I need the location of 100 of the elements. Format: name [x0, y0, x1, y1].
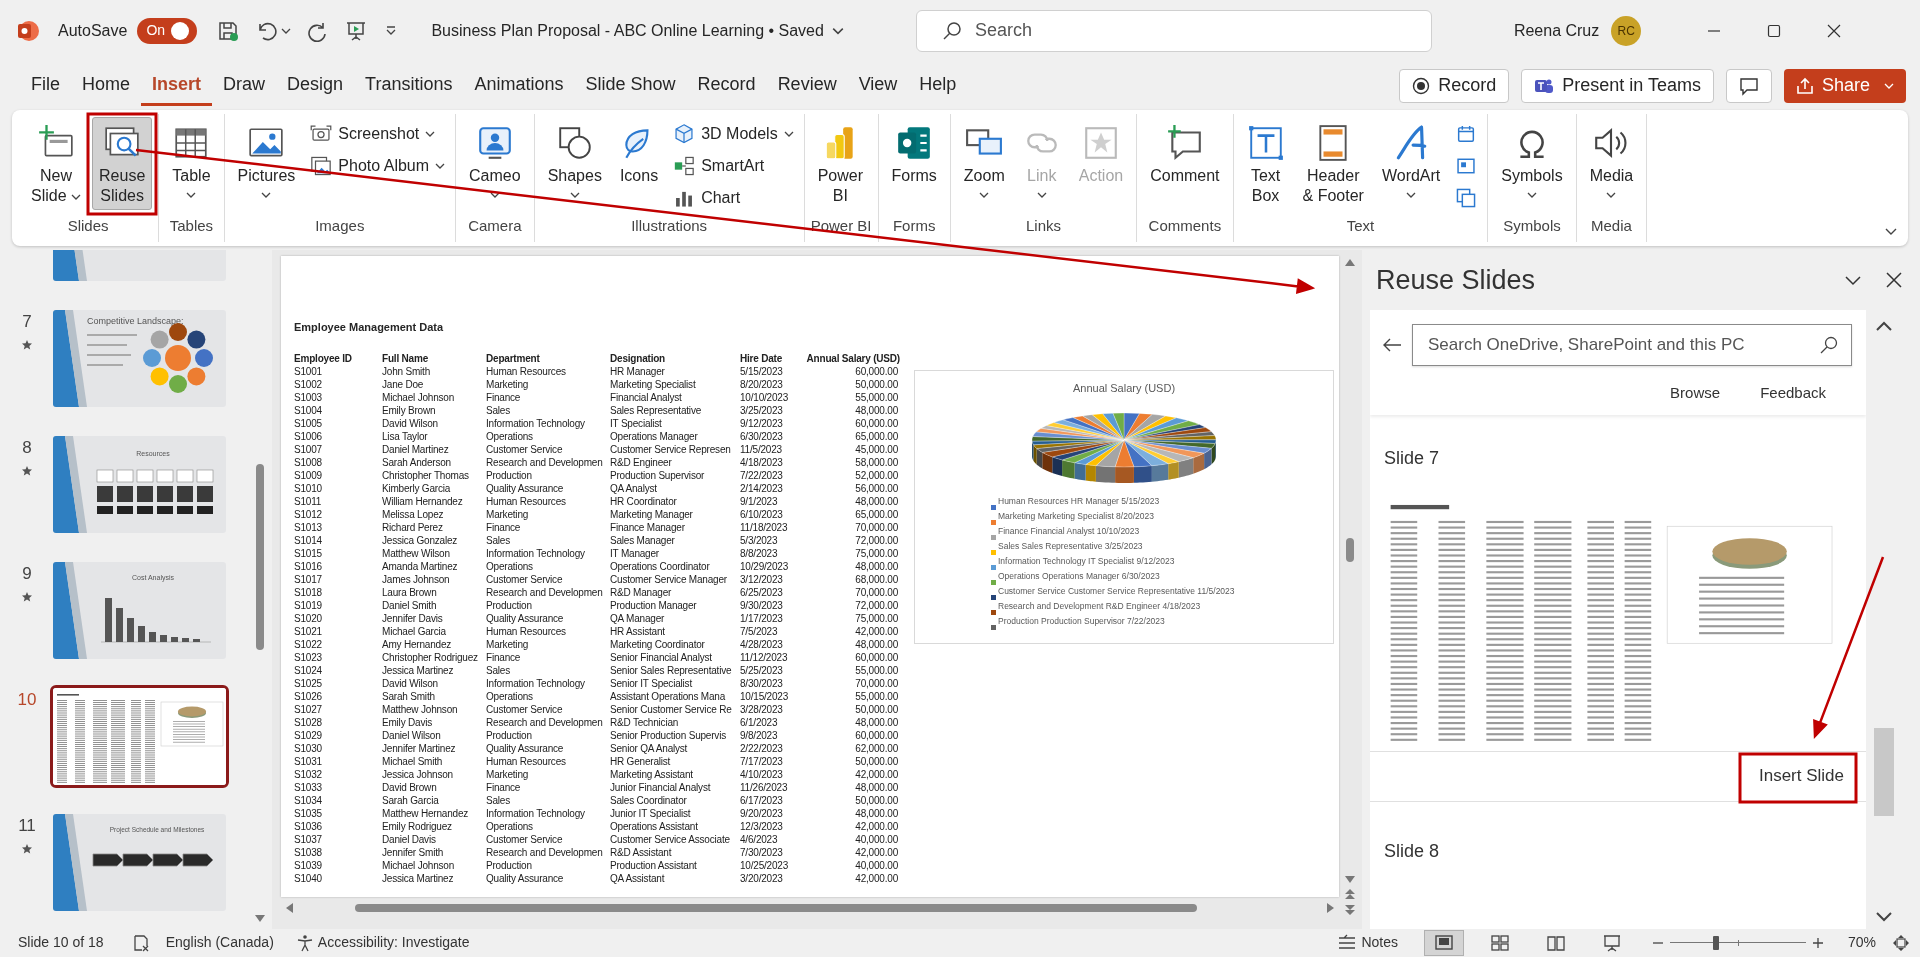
text-box-button[interactable]: Text Box: [1239, 117, 1292, 210]
table-cell-text: 48,000.00: [854, 403, 899, 417]
table-cell-text: 5/15/2023: [740, 364, 784, 378]
normal-view-icon: [1433, 932, 1454, 953]
language-button[interactable]: English (Canada): [165, 932, 274, 953]
smartart-button[interactable]: SmartArt: [669, 151, 798, 181]
ribbon-tab[interactable]: Animations: [463, 65, 575, 106]
table-cell-text: Finance: [486, 780, 522, 794]
table-cell-text: S1032: [294, 767, 323, 781]
power-bi-button[interactable]: Power BI: [810, 117, 870, 210]
table-cell-text: Operations: [486, 689, 534, 703]
ribbon-tab[interactable]: Design: [276, 65, 355, 106]
table-cell-text: Sarah Smith: [382, 689, 436, 703]
wordart-button[interactable]: WordArt: [1374, 117, 1448, 210]
ribbon-tab[interactable]: Slide Show: [574, 65, 687, 106]
ribbon-tab[interactable]: File: [20, 65, 71, 106]
slide-thumbnail[interactable]: Competitive Landscape:: [50, 307, 229, 410]
zoom-button[interactable]: Zoom: [956, 117, 1012, 210]
table-cell-text: 48,000.00: [854, 780, 899, 794]
save-button[interactable]: [217, 19, 240, 42]
screenshot-button[interactable]: Screenshot: [306, 119, 450, 149]
scrollbar-thumb[interactable]: [1346, 538, 1354, 562]
pane-link[interactable]: Feedback: [1760, 382, 1826, 405]
table-cell-text: 48,000.00: [854, 715, 899, 729]
chevron-up-icon: [1875, 320, 1893, 332]
fit-slide-button[interactable]: [1892, 933, 1910, 952]
insert-slide-button[interactable]: Insert Slide: [1744, 757, 1858, 795]
share-button[interactable]: Share: [1783, 68, 1906, 103]
slide-number: 10: [17, 689, 37, 711]
comments-button[interactable]: [1725, 68, 1772, 103]
table-cell-text: Production Supervisor: [610, 468, 706, 482]
table-cell-text: S1015: [294, 546, 323, 560]
table-cell-text: 3/12/2023: [740, 572, 784, 586]
table-cell-text: Jane Doe: [382, 377, 425, 391]
slide-number: 7: [22, 311, 32, 333]
table-cell-text: Sales: [486, 663, 511, 677]
document-title[interactable]: Business Plan Proposal - ABC Online Learning • Saved: [431, 18, 844, 43]
ribbon-tab[interactable]: Insert: [141, 65, 213, 106]
column-header: Department: [486, 351, 541, 365]
table-cell-text: 75,000.00: [854, 546, 899, 560]
present-button[interactable]: [345, 19, 368, 42]
ribbon-tab[interactable]: Home: [71, 65, 142, 106]
new-slide-button[interactable]: New Slide: [24, 117, 89, 210]
record-button[interactable]: Record: [1399, 68, 1510, 103]
back-button[interactable]: [1382, 337, 1402, 353]
table-cell-text: S1040: [294, 871, 323, 885]
table-cell-text: 62,000.00: [854, 741, 899, 755]
table-cell-text: Information Technology: [486, 806, 586, 820]
table-cell-text: 9/12/2023: [740, 416, 784, 430]
slider-thumb[interactable]: [1713, 935, 1720, 950]
icons-button[interactable]: Icons: [612, 117, 666, 210]
accessibility-button[interactable]: Accessibility: Investigate: [295, 932, 470, 953]
autosave-toggle[interactable]: On: [137, 17, 198, 44]
present-in-teams-button[interactable]: Present in Teams: [1521, 68, 1714, 103]
ribbon-tab[interactable]: Help: [908, 65, 968, 106]
table-cell-text: 4/6/2023: [740, 832, 779, 846]
table-cell-text: 3/20/2023: [740, 871, 784, 885]
scrollbar-thumb[interactable]: [256, 464, 264, 650]
3d-models-button[interactable]: 3D Models: [669, 119, 798, 149]
customize-toolbar-button[interactable]: [385, 24, 398, 37]
table-cell-text: Marketing Coordinator: [610, 637, 706, 651]
reuse-slides-button[interactable]: Reuse Slides: [92, 117, 153, 210]
header-footer-button[interactable]: Header & Footer: [1295, 117, 1371, 210]
table-cell-text: 9/8/2023: [740, 728, 779, 742]
symbols-button[interactable]: Symbols: [1494, 117, 1570, 210]
zoom-slider[interactable]: [1669, 934, 1806, 951]
legend-label: Production Production Supervisor 7/22/2023: [998, 615, 1165, 626]
ribbon-tab[interactable]: Record: [686, 65, 767, 106]
search-field[interactable]: Search OneDrive, SharePoint and this PC: [1412, 324, 1852, 366]
chart-button[interactable]: Chart: [669, 183, 798, 213]
table-cell-text: Sales Representative: [610, 403, 703, 417]
close-pane-button[interactable]: [1886, 272, 1902, 288]
zoom-level[interactable]: 70%: [1847, 932, 1876, 953]
table-cell-text: 10/10/2023: [740, 390, 790, 404]
zoom-in-button[interactable]: [1811, 936, 1824, 949]
user-avatar[interactable]: RC: [1611, 15, 1642, 46]
search-field[interactable]: Search: [915, 9, 1432, 52]
ribbon-tab[interactable]: Draw: [212, 65, 277, 106]
table-cell-text: S1009: [294, 468, 323, 482]
spelling-button[interactable]: [131, 933, 150, 952]
notes-button[interactable]: Notes: [1337, 932, 1398, 953]
table-cell-text: Senior Sales Representative: [610, 663, 733, 677]
media-button[interactable]: Media: [1582, 117, 1641, 210]
pane-link[interactable]: Browse: [1670, 382, 1721, 405]
scrollbar-thumb[interactable]: [355, 904, 1197, 912]
view-button[interactable]: [1423, 929, 1464, 956]
table-cell-text: Jennifer Martinez: [382, 741, 457, 755]
column-header: Hire Date: [740, 351, 784, 365]
table-cell-text: 1/17/2023: [740, 611, 784, 625]
ribbon-tab[interactable]: Review: [766, 65, 848, 106]
ribbon-tab[interactable]: View: [847, 65, 909, 106]
forms-button[interactable]: Forms: [884, 117, 944, 210]
table-cell-text: Quality Assurance: [486, 481, 565, 495]
table-cell-text: 6/17/2023: [740, 793, 784, 807]
table-cell-text: Matthew Johnson: [382, 702, 459, 716]
table-cell-text: 70,000.00: [854, 520, 899, 534]
ribbon-tab[interactable]: Transitions: [354, 65, 464, 106]
scrollbar-thumb[interactable]: [1874, 728, 1894, 816]
comment-button[interactable]: Comment: [1143, 117, 1227, 210]
table-cell-text: S1017: [294, 572, 323, 586]
